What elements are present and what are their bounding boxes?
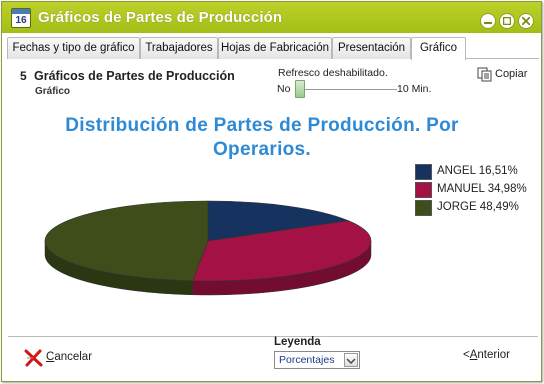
title-bar[interactable]: 16 Gráficos de Partes de Producción [2, 2, 541, 33]
legend-label: JORGE 48,49% [437, 201, 519, 213]
minimize-icon [484, 22, 492, 24]
legend-item-jorge: JORGE 48,49% [415, 200, 535, 218]
legend-swatch [415, 164, 432, 180]
legend-swatch [415, 200, 432, 216]
legend-label: ANGEL 16,51% [437, 165, 518, 177]
legend-swatch [415, 182, 432, 198]
dropdown-button[interactable] [344, 353, 358, 367]
cancel-label: Cancelar [46, 351, 93, 363]
legend-label: MANUEL 34,98% [437, 183, 527, 195]
window-title: Gráficos de Partes de Producción [38, 9, 283, 26]
footer-divider [8, 336, 538, 337]
tab-bar: Fechas y tipo de gráfico Trabajadores Ho… [7, 37, 539, 60]
window: 16 Gráficos de Partes de Producción Fech… [1, 1, 542, 382]
close-icon [522, 17, 530, 25]
legend-select-value: Porcentajes [279, 354, 335, 366]
app-icon-number: 16 [15, 15, 27, 26]
tab-fechas[interactable]: Fechas y tipo de gráfico [7, 37, 140, 59]
close-button[interactable] [518, 13, 534, 29]
maximize-icon [503, 17, 511, 25]
cancel-x-icon [24, 349, 43, 367]
tab-presentacion[interactable]: Presentación [332, 37, 411, 59]
calendar-app-icon: 16 [11, 8, 31, 28]
legend-type-select[interactable]: Porcentajes [274, 351, 360, 369]
legend-item-angel: ANGEL 16,51% [415, 164, 535, 182]
chevron-down-icon [346, 358, 356, 365]
legend-select-label: Leyenda [274, 336, 321, 348]
legend-item-manuel: MANUEL 34,98% [415, 182, 535, 200]
tab-trabajadores[interactable]: Trabajadores [140, 37, 218, 59]
maximize-button[interactable] [499, 13, 515, 29]
minimize-button[interactable] [480, 13, 496, 29]
tab-hojas-fabricacion[interactable]: Hojas de Fabricación [218, 37, 332, 59]
tab-grafico[interactable]: Gráfico [411, 37, 466, 60]
content-panel: 5 Gráficos de Partes de Producción Gráfi… [7, 59, 539, 335]
previous-button[interactable]: <Anterior [463, 349, 510, 361]
